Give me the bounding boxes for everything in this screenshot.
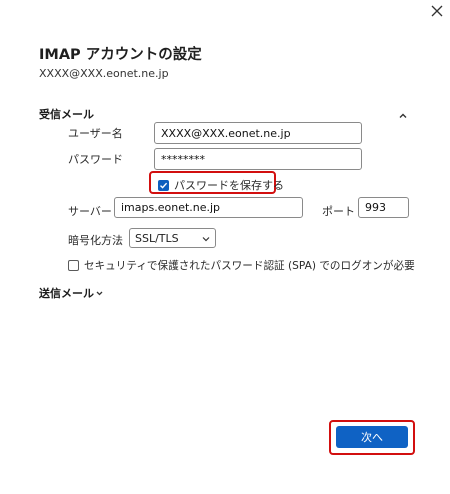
spa-label: セキュリティで保護されたパスワード認証 (SPA) でのログオンが必要 (84, 260, 415, 272)
server-label: サーバー (68, 205, 112, 218)
password-field[interactable]: ******** (154, 148, 362, 170)
spa-checkbox[interactable]: セキュリティで保護されたパスワード認証 (SPA) でのログオンが必要 (68, 258, 415, 273)
incoming-mail-header[interactable]: 受信メール (39, 106, 94, 122)
encryption-select[interactable]: SSL/TLS (129, 228, 216, 248)
save-password-label: パスワードを保存する (174, 179, 284, 192)
port-value: 993 (365, 201, 386, 214)
encryption-label: 暗号化方法 (68, 234, 123, 247)
port-label: ポート (322, 205, 355, 218)
outgoing-mail-toggle[interactable]: 送信メール (39, 285, 104, 301)
port-field[interactable]: 993 (358, 197, 409, 218)
checkbox-checked (158, 179, 169, 191)
close-icon (431, 5, 443, 17)
chevron-down-icon (202, 237, 210, 242)
close-button[interactable] (426, 0, 448, 22)
username-field[interactable]: XXXX@XXX.eonet.ne.jp (154, 122, 362, 144)
server-value: imaps.eonet.ne.jp (121, 201, 221, 214)
check-icon (160, 182, 168, 189)
chevron-down-icon (96, 291, 103, 295)
username-value: XXXX@XXX.eonet.ne.jp (161, 126, 291, 140)
incoming-collapse-toggle[interactable] (398, 106, 410, 118)
save-password-checkbox[interactable]: パスワードを保存する (158, 177, 284, 193)
encryption-value: SSL/TLS (135, 231, 179, 245)
chevron-up-icon (399, 113, 407, 118)
server-field[interactable]: imaps.eonet.ne.jp (114, 197, 303, 218)
dialog-title: IMAP アカウントの設定 (39, 47, 202, 63)
password-value: ******** (161, 152, 205, 166)
password-label: パスワード (68, 153, 123, 166)
username-label: ユーザー名 (68, 127, 123, 140)
next-button[interactable]: 次へ (336, 426, 408, 448)
account-email: XXXX@XXX.eonet.ne.jp (39, 67, 169, 80)
checkbox-unchecked (68, 260, 79, 271)
outgoing-mail-header: 送信メール (39, 287, 94, 300)
